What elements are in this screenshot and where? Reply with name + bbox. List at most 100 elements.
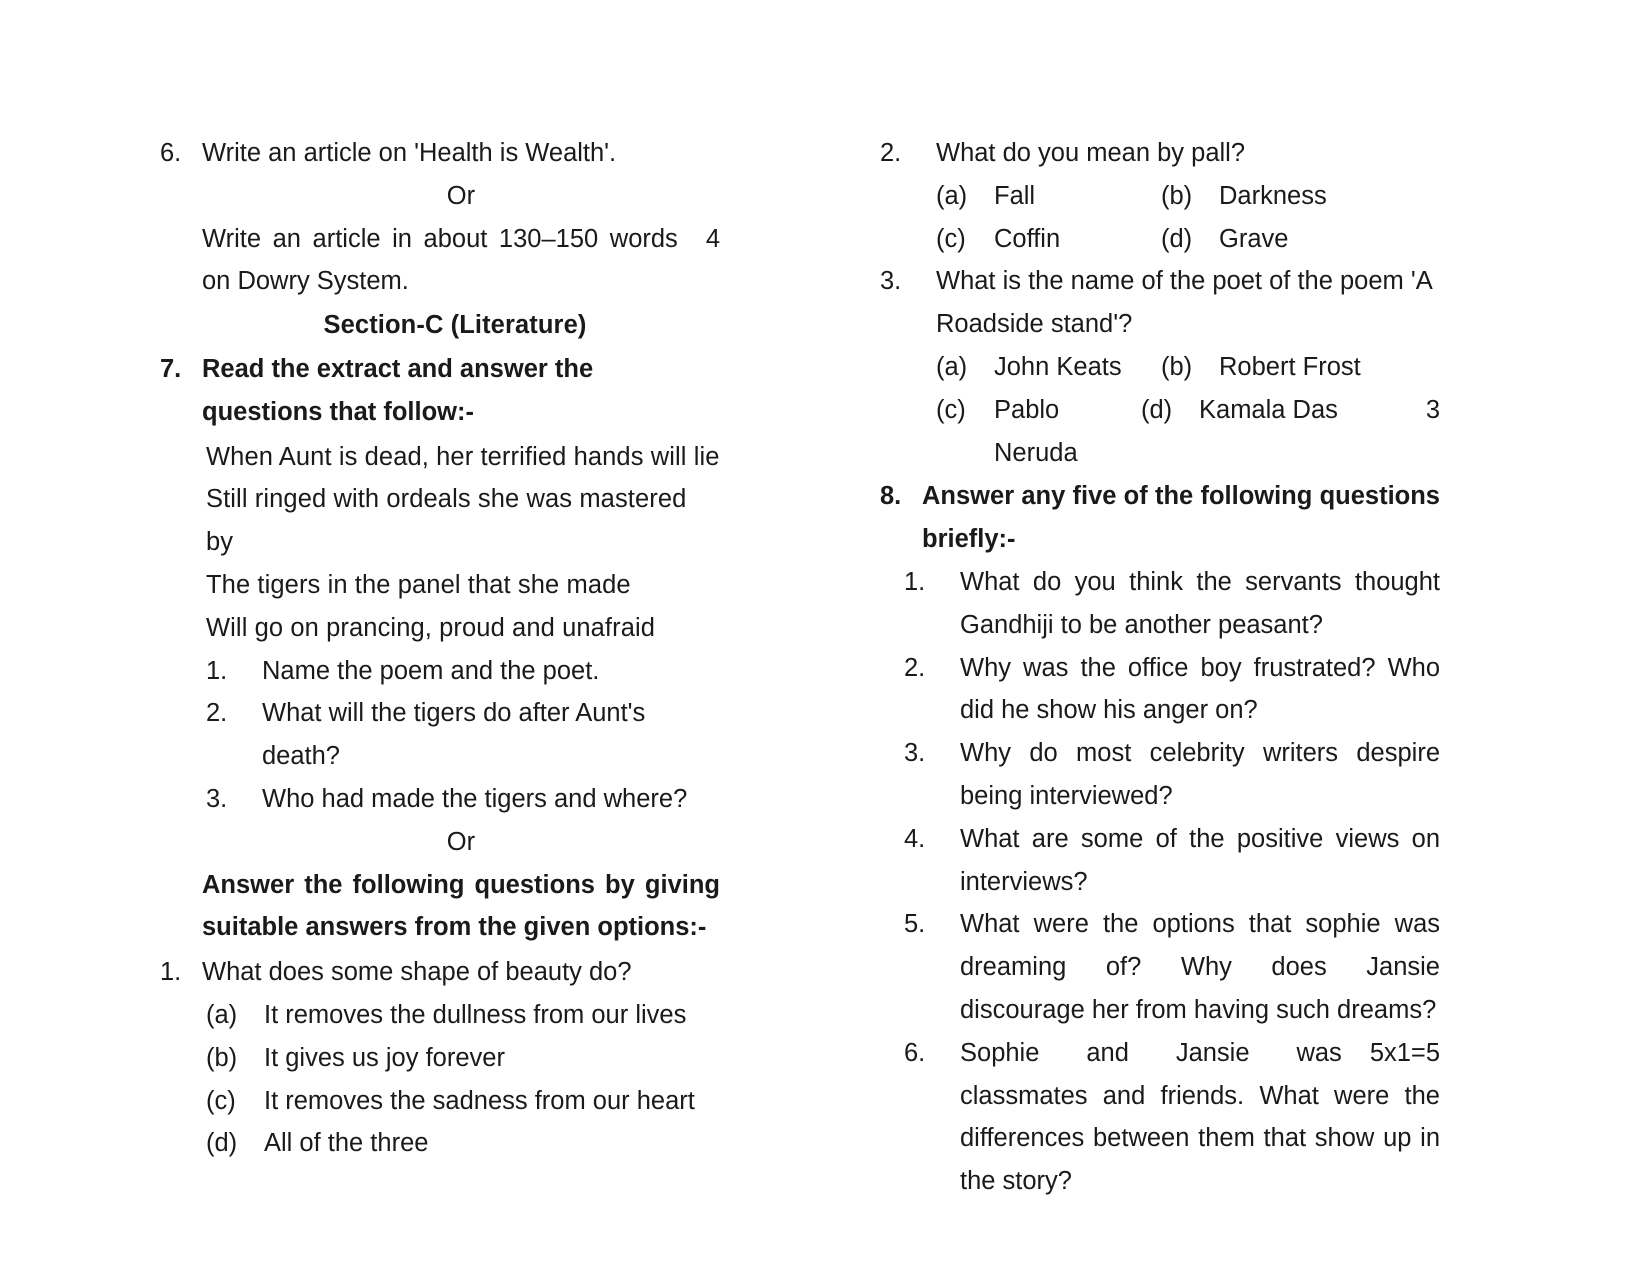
question-7-alt-question-number: 1. [160, 958, 182, 987]
question-8-sub-3-text: Why do most celebrity writers despire be… [960, 739, 1440, 810]
mcq-2: 2. What do you mean by pall? [880, 132, 1440, 175]
mcq-2-option-a-label: (a) [936, 181, 968, 210]
exam-paper-page: 6. Write an article on 'Health is Wealth… [0, 0, 1651, 1275]
mcq-2-option-b: (b) Darkness [1161, 175, 1327, 218]
option-a-text: It removes the dullness from our lives [264, 1000, 687, 1029]
question-6-text: Write an article on 'Health is Wealth'. [202, 139, 617, 167]
mcq-3-option-a-text: John Keats [994, 352, 1122, 381]
extract-line-3: The tigers in the panel that she made [206, 570, 631, 599]
question-8-sub-1-number: 1. [904, 567, 926, 596]
question-7-sub-2: 2. What will the tigers do after Aunt's … [160, 692, 720, 778]
mcq-2-option-c-label: (c) [936, 224, 966, 253]
question-7-alt-question-text: What does some shape of beauty do? [202, 958, 632, 987]
mcq-2-option-c-text: Coffin [994, 224, 1061, 253]
option-b-label: (b) [206, 1043, 238, 1072]
question-7-alt-instruction-row: Answer the following questions by giving… [160, 864, 720, 950]
question-6-number: 6. [160, 139, 182, 167]
mcq-3-option-b: (b) Robert Frost [1161, 346, 1361, 389]
question-8-sub-6: 6. 5x1=5 Sophie and Jansie was classmate… [880, 1032, 1440, 1203]
question-6: 6. Write an article on 'Health is Wealth… [160, 132, 720, 175]
question-7-alt-question: 1. What does some shape of beauty do? [160, 951, 720, 994]
mcq-3: 3. What is the name of the poet of the p… [880, 260, 1440, 346]
question-8-marks: 5x1=5 [1369, 1038, 1440, 1067]
mcq-3-option-d: (d) Kamala Das [1141, 389, 1338, 475]
question-7-sub-2-number: 2. [206, 699, 228, 728]
option-d: (d) All of the three [160, 1122, 720, 1165]
mcq-2-option-a-text: Fall [994, 181, 1036, 210]
question-7-number: 7. [160, 354, 182, 383]
mcq-2-options-row-2: (c) Coffin (d) Grave [880, 218, 1440, 261]
question-8-sub-6-number: 6. [904, 1038, 926, 1067]
mcq-2-option-d-text: Grave [1219, 224, 1289, 253]
mcq-2-number: 2. [880, 139, 902, 167]
question-8-sub-5-text: What were the options that sophie was dr… [960, 910, 1440, 1024]
mcq-2-option-b-label: (b) [1161, 181, 1193, 210]
question-7-sub-3-number: 3. [206, 784, 228, 813]
option-c-text: It removes the sadness from our heart [264, 1086, 695, 1115]
question-8-sub-3: 3. Why do most celebrity writers despire… [880, 732, 1440, 818]
option-a-label: (a) [206, 1000, 238, 1029]
question-7-or: Or [446, 827, 476, 856]
question-8-instruction: Answer any five of the following questio… [922, 482, 1440, 554]
option-c: (c) It removes the sadness from our hear… [160, 1080, 720, 1123]
question-8-sub-4: 4. What are some of the positive views o… [880, 818, 1440, 904]
option-b-text: It gives us joy forever [264, 1043, 505, 1072]
question-7-sub-2-text: What will the tigers do after Aunt's dea… [262, 699, 646, 771]
extract-line-2: Still ringed with ordeals she was master… [206, 485, 687, 557]
question-7-sub-1-text: Name the poem and the poet. [262, 656, 600, 685]
question-8-sub-3-number: 3. [904, 739, 926, 768]
mcq-3-option-a: (a) John Keats [936, 346, 1161, 389]
mcq-3-option-c-text: Pablo Neruda [994, 395, 1078, 467]
question-8-sub-4-number: 4. [904, 824, 926, 853]
question-7-alt-instruction: Answer the following questions by giving… [202, 870, 720, 942]
question-7-sub-3-text: Who had made the tigers and where? [262, 784, 688, 813]
mcq-2-option-b-text: Darkness [1219, 181, 1327, 210]
mcq-3-option-b-text: Robert Frost [1219, 352, 1361, 381]
question-6-marks: 4 [705, 224, 720, 253]
mcq-3-option-d-text: Kamala Das [1199, 395, 1338, 424]
mcq-3-number: 3. [880, 267, 902, 296]
question-7: 7. Read the extract and answer the quest… [160, 348, 720, 434]
question-6-alternative: 4 Write an article in about 130–150 word… [160, 218, 720, 304]
question-8-sub-5: 5. What were the options that sophie was… [880, 903, 1440, 1031]
question-6-alt-text: Write an article in about 130–150 words … [202, 224, 678, 296]
mcq-3-option-b-label: (b) [1161, 352, 1193, 381]
question-8-sub-2: 2. Why was the office boy frustrated? Wh… [880, 647, 1440, 733]
mcq-3-options-row-2: (c) Pablo Neruda (d) Kamala Das 3 [880, 389, 1440, 475]
question-8-sub-4-text: What are some of the positive views on i… [960, 824, 1440, 896]
mcq-2-option-c: (c) Coffin [936, 218, 1161, 261]
question-8-sub-2-number: 2. [904, 653, 926, 682]
question-8: 8. Answer any five of the following ques… [880, 475, 1440, 561]
option-b: (b) It gives us joy forever [160, 1037, 720, 1080]
question-6-or: Or [446, 181, 476, 210]
question-8-sub-1: 1. What do you think the servants though… [880, 561, 1440, 647]
option-c-label: (c) [206, 1086, 236, 1115]
section-c-heading: Section-C (Literature) [323, 311, 587, 340]
extract-line-1: When Aunt is dead, her terrified hands w… [206, 442, 720, 471]
mcq-3-text: What is the name of the poet of the poem… [936, 267, 1432, 339]
mcq-3-option-a-label: (a) [936, 352, 968, 381]
mcq-3-options-row-1: (a) John Keats (b) Robert Frost [880, 346, 1440, 389]
option-a: (a) It removes the dullness from our liv… [160, 994, 720, 1037]
mcq-2-text: What do you mean by pall? [936, 139, 1246, 167]
question-7-sub-3: 3. Who had made the tigers and where? [160, 778, 720, 821]
mcq-2-option-d-label: (d) [1161, 224, 1193, 253]
mcq-3-option-c: (c) Pablo Neruda [936, 389, 1141, 475]
left-column: 6. Write an article on 'Health is Wealth… [160, 132, 720, 1275]
question-8-sub-2-text: Why was the office boy frustrated? Who d… [960, 653, 1440, 725]
mcq-3-option-d-label: (d) [1141, 395, 1173, 424]
question-8-sub-1-text: What do you think the servants thought G… [960, 567, 1440, 639]
mcq-2-option-a: (a) Fall [936, 175, 1161, 218]
question-8-sub-5-number: 5. [904, 910, 926, 939]
option-d-text: All of the three [264, 1129, 429, 1158]
mcq-3-marks: 3 [1425, 395, 1440, 424]
question-8-number: 8. [880, 482, 902, 511]
option-d-label: (d) [206, 1129, 238, 1158]
extract-line-4: Will go on prancing, proud and unafraid [206, 613, 656, 642]
question-7-sub-1-number: 1. [206, 656, 228, 685]
question-7-sub-1: 1. Name the poem and the poet. [160, 650, 720, 693]
right-column: 2. What do you mean by pall? (a) Fall (b… [880, 132, 1440, 1275]
question-7-instruction: Read the extract and answer the question… [202, 354, 594, 426]
mcq-2-options-row-1: (a) Fall (b) Darkness [880, 175, 1440, 218]
